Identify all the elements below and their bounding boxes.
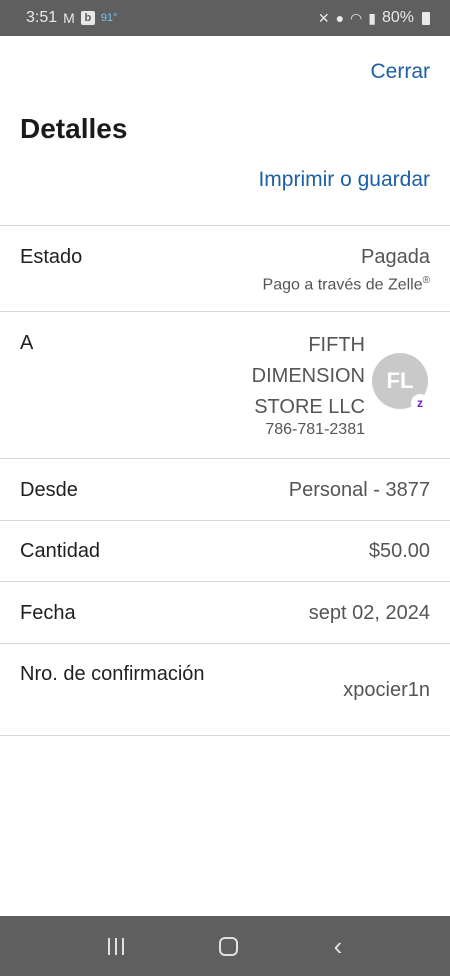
amount-value: $50.00	[368, 540, 430, 562]
divider	[0, 735, 450, 736]
divider	[0, 643, 450, 644]
battery-percent: 80%	[381, 9, 414, 26]
date-value: sept 02, 2024	[308, 602, 430, 624]
status-bar: 3:51 M b 91° ✕ ● ◠ ▮ 80%	[0, 0, 450, 36]
payment-method-label: Pago a través de Zelle	[262, 276, 423, 294]
mute-icon: ✕	[317, 9, 330, 26]
divider	[0, 520, 450, 521]
app-badge-icon: b	[80, 11, 95, 25]
navigation-bar: ‹	[0, 916, 450, 976]
home-icon[interactable]	[219, 936, 239, 956]
signal-icon: ▮	[368, 9, 376, 26]
confirmation-label: Nro. de confirmación	[20, 663, 205, 685]
wifi-icon: ◠	[350, 9, 363, 26]
divider	[0, 311, 450, 312]
from-label: Desde	[20, 479, 78, 501]
mail-icon: M	[63, 10, 75, 26]
confirmation-value: xpocier1n	[343, 679, 430, 701]
recent-apps-icon[interactable]	[107, 937, 124, 955]
payment-method-text: Pago a través de Zelle®	[263, 275, 430, 294]
recipient-phone: 786-781-2381	[265, 421, 365, 438]
status-value: Pagada	[361, 246, 430, 268]
back-icon[interactable]: ‹	[334, 933, 343, 959]
divider	[0, 581, 450, 582]
page-title: Detalles	[20, 113, 128, 144]
date-label: Fecha	[20, 602, 76, 624]
battery-icon	[422, 11, 430, 25]
status-bar-right: ✕ ● ◠ ▮ 80%	[318, 9, 430, 27]
recipient-name: FIFTH DIMENSION STORE LLC	[251, 334, 365, 418]
recipient-label: A	[20, 332, 34, 354]
status-label: Estado	[20, 246, 83, 268]
temperature-badge: 91°	[100, 12, 118, 24]
close-button[interactable]: Cerrar	[370, 60, 430, 84]
amount-label: Cantidad	[20, 540, 101, 562]
registered-mark: ®	[422, 275, 430, 286]
zelle-icon: z	[411, 394, 429, 412]
status-time: 3:51	[26, 9, 58, 26]
divider	[0, 458, 450, 459]
from-value: Personal - 3877	[288, 479, 430, 501]
divider	[0, 225, 450, 226]
location-icon: ●	[335, 10, 345, 26]
print-or-save-button[interactable]: Imprimir o guardar	[258, 168, 430, 192]
status-bar-left: 3:51 M b 91°	[26, 9, 117, 27]
